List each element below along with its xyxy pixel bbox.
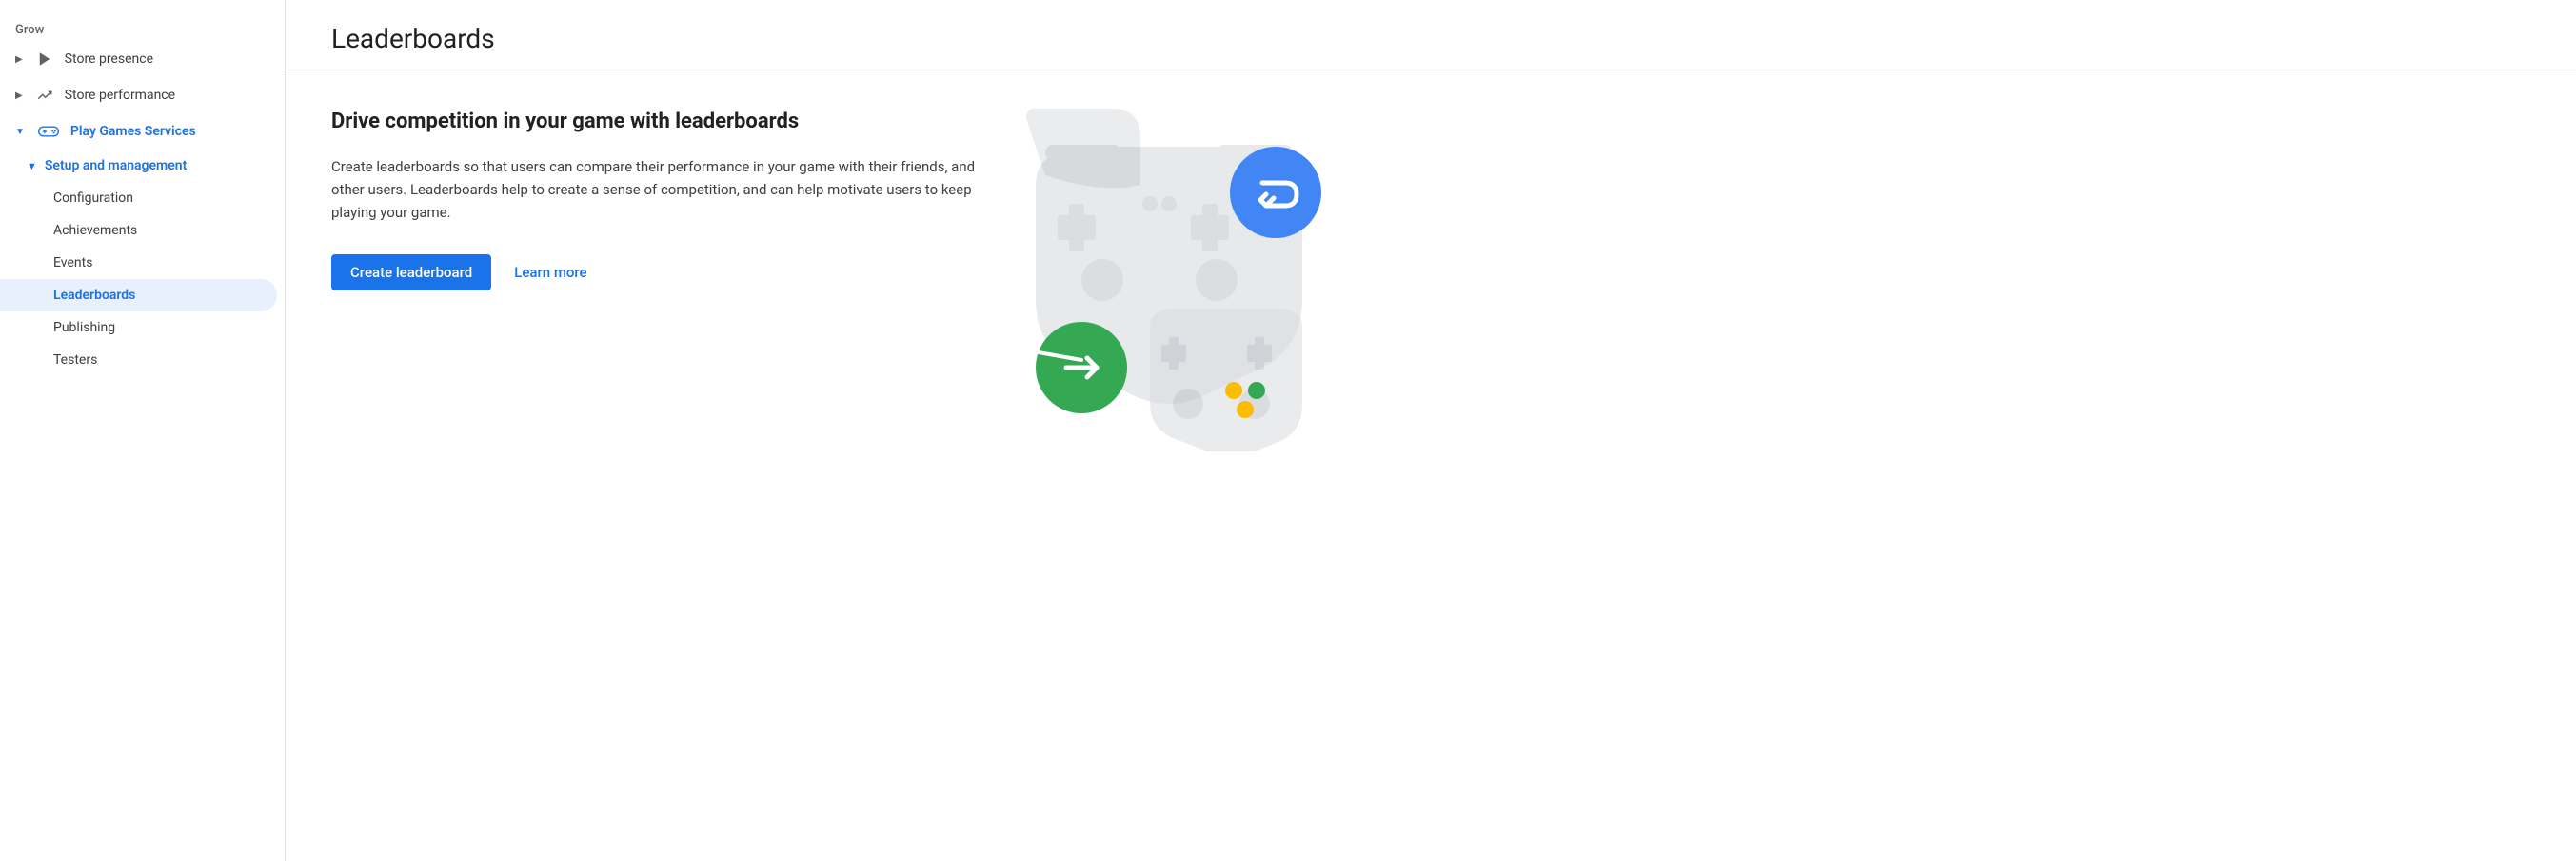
sub-items-list: Configuration Achievements Events Leader… xyxy=(0,182,285,376)
play-icon xyxy=(36,50,53,68)
sidebar-item-publishing[interactable]: Publishing xyxy=(0,311,277,344)
controller-svg xyxy=(1017,109,1321,451)
action-buttons: Create leaderboard Learn more xyxy=(331,254,979,290)
sidebar: Grow ▶ Store presence ▶ Store performanc… xyxy=(0,0,286,861)
sidebar-item-events[interactable]: Events xyxy=(0,247,277,279)
content-left: Drive competition in your game with lead… xyxy=(331,109,979,290)
gamepad-icon xyxy=(38,123,59,140)
illustration xyxy=(1017,109,1321,451)
sidebar-item-play-games-services[interactable]: ▼ Play Games Services xyxy=(0,113,277,150)
sidebar-item-store-presence[interactable]: ▶ Store presence xyxy=(0,41,277,77)
publishing-label: Publishing xyxy=(53,320,115,335)
setup-management-section[interactable]: ▼ Setup and management xyxy=(0,150,285,182)
main-content: Leaderboards Drive competition in your g… xyxy=(286,0,2576,861)
sidebar-item-store-performance[interactable]: ▶ Store performance xyxy=(0,77,277,113)
expand-icon-store-presence: ▶ xyxy=(15,54,23,65)
sidebar-item-label-store-performance: Store performance xyxy=(65,88,175,103)
sidebar-item-label-store-presence: Store presence xyxy=(65,51,153,67)
learn-more-button[interactable]: Learn more xyxy=(514,264,586,281)
setup-management-label: Setup and management xyxy=(45,158,187,173)
sidebar-item-achievements[interactable]: Achievements xyxy=(0,214,277,247)
trending-icon xyxy=(36,87,53,104)
sidebar-item-configuration[interactable]: Configuration xyxy=(0,182,277,214)
create-leaderboard-button[interactable]: Create leaderboard xyxy=(331,254,491,290)
content-body: Drive competition in your game with lead… xyxy=(286,70,2576,490)
expand-arrow-setup: ▼ xyxy=(27,160,37,172)
sidebar-item-testers[interactable]: Testers xyxy=(0,344,277,376)
events-label: Events xyxy=(53,255,92,270)
expand-icon-play-games: ▼ xyxy=(15,127,25,137)
configuration-label: Configuration xyxy=(53,190,133,206)
page-title: Leaderboards xyxy=(331,23,2530,54)
expand-icon-store-performance: ▶ xyxy=(15,90,23,101)
content-description: Create leaderboards so that users can co… xyxy=(331,155,979,224)
sidebar-item-leaderboards[interactable]: Leaderboards xyxy=(0,279,277,311)
sidebar-item-label-play-games: Play Games Services xyxy=(70,124,196,139)
grow-section-label: Grow xyxy=(0,15,285,41)
content-heading: Drive competition in your game with lead… xyxy=(331,109,979,136)
testers-label: Testers xyxy=(53,352,97,368)
leaderboards-label: Leaderboards xyxy=(53,288,135,303)
achievements-label: Achievements xyxy=(53,223,137,238)
page-header: Leaderboards xyxy=(286,0,2576,70)
